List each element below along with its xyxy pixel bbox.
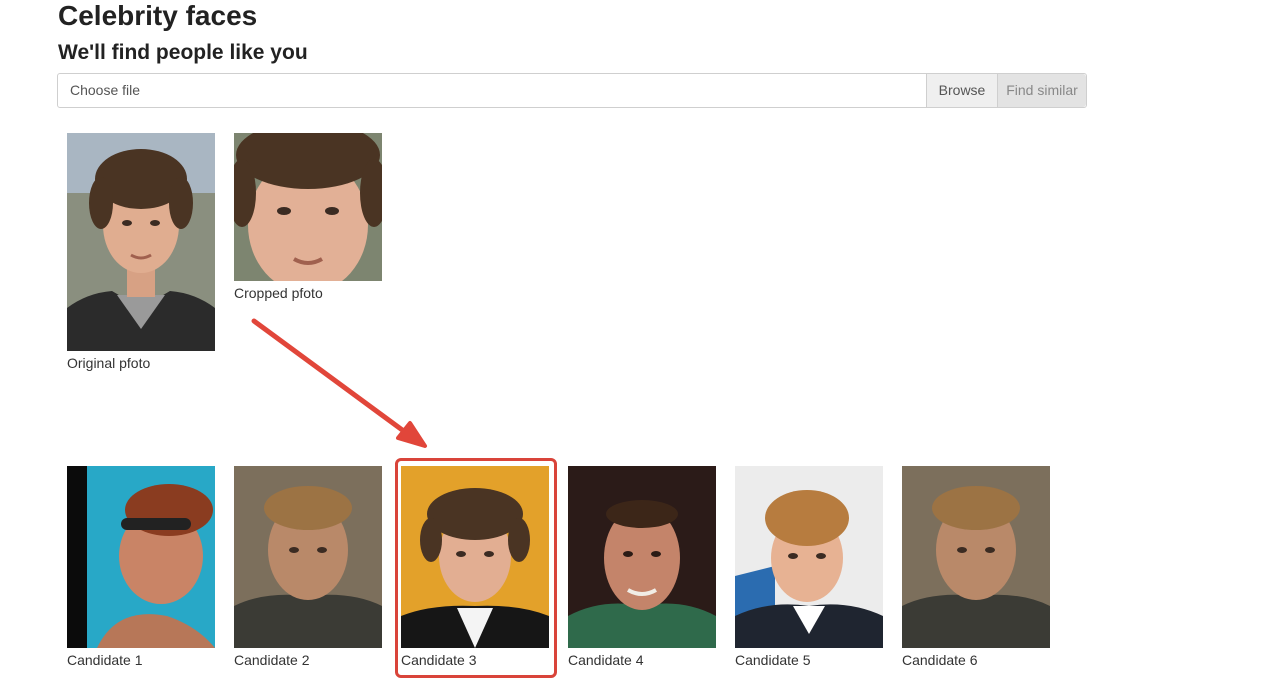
find-similar-button[interactable]: Find similar (997, 74, 1086, 107)
photo-caption: Original pfoto (67, 355, 151, 371)
candidate-caption: Candidate 2 (234, 652, 310, 668)
browse-button[interactable]: Browse (926, 74, 997, 107)
file-upload-group: Choose file Browse Find similar (57, 73, 1087, 108)
page-subtitle: We'll find people like you (58, 41, 308, 64)
candidate-caption: Candidate 6 (902, 652, 978, 668)
file-input[interactable]: Choose file (58, 74, 926, 107)
candidate-photo (234, 466, 382, 648)
candidate-photo (568, 466, 716, 648)
best-match-highlight (395, 458, 557, 678)
original-photo (67, 133, 215, 351)
candidate-caption: Candidate 1 (67, 652, 143, 668)
candidate-caption: Candidate 5 (735, 652, 811, 668)
candidate-photo (735, 466, 883, 648)
candidate-photo (67, 466, 215, 648)
candidate-caption: Candidate 4 (568, 652, 644, 668)
candidate-photo (902, 466, 1050, 648)
page-title: Celebrity faces (58, 0, 258, 31)
cropped-photo (234, 133, 382, 281)
photo-caption: Cropped pfoto (234, 285, 323, 301)
